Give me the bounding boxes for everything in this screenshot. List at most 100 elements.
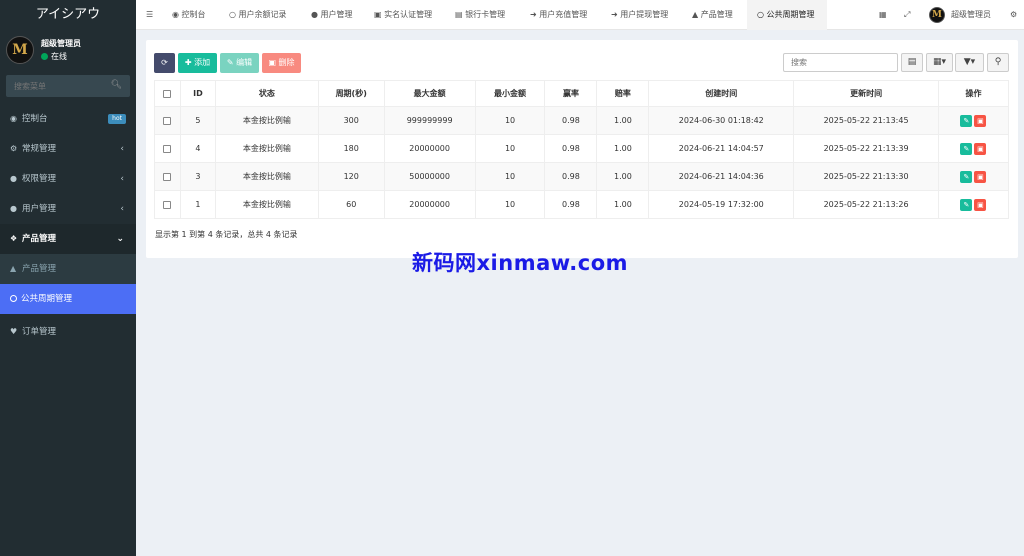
tab-users[interactable]: ● 用户管理	[311, 0, 353, 30]
settings-icon[interactable]: ⚙	[1010, 0, 1017, 30]
row-edit-button[interactable]: ✎	[960, 170, 973, 183]
col-header[interactable]: 赔率	[596, 80, 650, 107]
row-edit-button[interactable]: ✎	[960, 114, 973, 127]
cell-updated: 2025-05-22 21:13:45	[793, 106, 939, 135]
list-icon: ▤	[907, 57, 917, 67]
row-delete-button[interactable]: ▣	[974, 114, 987, 127]
col-header[interactable]: 最小金额	[474, 80, 546, 107]
tab-balance-records[interactable]: ○ 用户余额记录	[229, 0, 287, 30]
cell-id: 4	[179, 134, 216, 163]
user-status-label: 在线	[51, 52, 67, 61]
table-row[interactable]: 3 本金按比例输 120 50000000 10 0.98 1.00 2024-…	[154, 162, 1010, 191]
cell-status: 本金按比例输	[214, 134, 319, 163]
cell-max-amount: 20000000	[383, 134, 476, 163]
tab-realname[interactable]: ▣ 实名认证管理	[374, 0, 432, 30]
export-icon: ▼▾	[963, 57, 976, 67]
dashboard-icon: ◉	[10, 114, 17, 123]
sidebar-item-users[interactable]: ● 用户管理 ‹	[0, 194, 136, 224]
tab-products[interactable]: ▲ 产品管理	[692, 0, 733, 30]
col-header[interactable]: 创建时间	[648, 80, 795, 107]
tab-label: 实名认证管理	[384, 10, 433, 19]
online-dot-icon	[41, 53, 48, 60]
cell-win-rate: 0.98	[544, 190, 598, 219]
row-checkbox[interactable]	[163, 200, 172, 209]
watermark: 新码网xinmaw.com	[412, 251, 629, 275]
translate-icon[interactable]: ▦	[879, 0, 887, 30]
product-icon: ❖	[10, 234, 18, 243]
refresh-icon: ⟳	[161, 58, 168, 67]
common-search-button[interactable]: ⚲	[987, 53, 1009, 72]
add-button[interactable]: ✚ 添加	[178, 53, 217, 73]
cell-min-amount: 10	[474, 134, 546, 163]
row-select-cell[interactable]	[154, 162, 181, 191]
table-search-input[interactable]	[783, 53, 898, 72]
app-title[interactable]: アイシアウ	[0, 0, 136, 30]
row-select-cell[interactable]	[154, 134, 181, 163]
navbar-avatar[interactable]: M	[929, 7, 945, 23]
hot-badge: hot	[108, 114, 126, 124]
row-delete-button[interactable]: ▣	[974, 142, 987, 155]
col-header[interactable]: 更新时间	[793, 80, 939, 107]
row-edit-button[interactable]: ✎	[960, 142, 973, 155]
col-header: 操作	[937, 80, 1010, 107]
col-header[interactable]: 赢率	[544, 80, 598, 107]
cell-cycle: 60	[317, 190, 385, 219]
sidebar-item-permissions[interactable]: ● 权限管理 ‹	[0, 164, 136, 194]
col-header[interactable]: ID	[179, 80, 216, 107]
plus-icon: ✚	[184, 58, 192, 67]
sidebar-item-label: 产品管理	[22, 264, 57, 274]
select-all-checkbox[interactable]	[163, 89, 172, 98]
row-select-cell[interactable]	[154, 106, 181, 135]
row-checkbox[interactable]	[163, 172, 172, 181]
cell-odds: 1.00	[596, 190, 650, 219]
refresh-button[interactable]: ⟳	[154, 53, 175, 73]
table-row[interactable]: 4 本金按比例输 180 20000000 10 0.98 1.00 2024-…	[154, 134, 1010, 163]
delete-button[interactable]: ▣ 删除	[262, 53, 301, 73]
cell-actions: ✎ ▣	[937, 190, 1010, 219]
edit-button[interactable]: ✎ 编辑	[220, 53, 259, 73]
tab-label: 银行卡管理	[465, 10, 506, 19]
table-header-row: ID 状态 周期(秒) 最大金额 最小金额 赢率 赔率 创建时间 更新时间 操作	[154, 80, 1010, 107]
navbar-user-name[interactable]: 超级管理员	[951, 0, 991, 30]
select-all-cell[interactable]	[154, 80, 181, 107]
search-icon[interactable]: 🔍︎	[111, 80, 122, 90]
row-checkbox[interactable]	[163, 144, 172, 153]
cell-cycle: 180	[317, 134, 385, 163]
sidebar-item-product-manage[interactable]: ▲ 产品管理	[0, 254, 136, 284]
toggle-view-button[interactable]: ▤	[901, 53, 923, 72]
tab-withdraw[interactable]: ➜ 用户提现管理	[611, 0, 668, 30]
avatar: M	[6, 36, 34, 64]
sidebar-item-cycle-manage[interactable]: 公共周期管理	[0, 284, 136, 314]
col-header[interactable]: 状态	[214, 80, 319, 107]
tab-label: 用户管理	[320, 10, 353, 19]
tab-label: 产品管理	[700, 10, 733, 19]
col-header[interactable]: 周期(秒)	[317, 80, 385, 107]
sidebar-item-label: 控制台	[22, 114, 48, 124]
tab-label: 公共周期管理	[766, 10, 815, 19]
row-delete-button[interactable]: ▣	[974, 198, 987, 211]
tab-cycle-manage[interactable]: ○ 公共周期管理	[747, 0, 827, 30]
table-row[interactable]: 5 本金按比例输 300 999999999 10 0.98 1.00 2024…	[154, 106, 1010, 135]
row-delete-button[interactable]: ▣	[974, 170, 987, 183]
row-edit-button[interactable]: ✎	[960, 198, 973, 211]
columns-button[interactable]: ▦▾	[926, 53, 953, 72]
table-row[interactable]: 1 本金按比例输 60 20000000 10 0.98 1.00 2024-0…	[154, 190, 1010, 219]
tab-recharge[interactable]: ➜ 用户充值管理	[530, 0, 587, 30]
sidebar-item-orders[interactable]: ♥ 订单管理	[0, 317, 136, 347]
sidebar-item-dashboard[interactable]: ◉ 控制台 hot	[0, 104, 136, 134]
col-header[interactable]: 最大金额	[383, 80, 476, 107]
sidebar-item-label: 用户管理	[22, 204, 57, 214]
cell-id: 5	[179, 106, 216, 135]
menu-toggle-icon[interactable]: ☰	[146, 0, 153, 30]
tab-bankcards[interactable]: ▤ 银行卡管理	[455, 0, 505, 30]
sidebar-item-products[interactable]: ❖ 产品管理 ⌄	[0, 224, 136, 254]
row-checkbox[interactable]	[163, 116, 172, 125]
export-button[interactable]: ▼▾	[955, 53, 984, 72]
chevron-left-icon: ‹	[120, 204, 124, 214]
chevron-left-icon: ‹	[120, 144, 124, 154]
tab-dashboard[interactable]: ◉ 控制台	[172, 0, 206, 30]
cell-max-amount: 999999999	[383, 106, 476, 135]
sidebar-item-general[interactable]: ⚙ 常规管理 ‹	[0, 134, 136, 164]
row-select-cell[interactable]	[154, 190, 181, 219]
fullscreen-icon[interactable]: ⤢	[904, 0, 910, 30]
